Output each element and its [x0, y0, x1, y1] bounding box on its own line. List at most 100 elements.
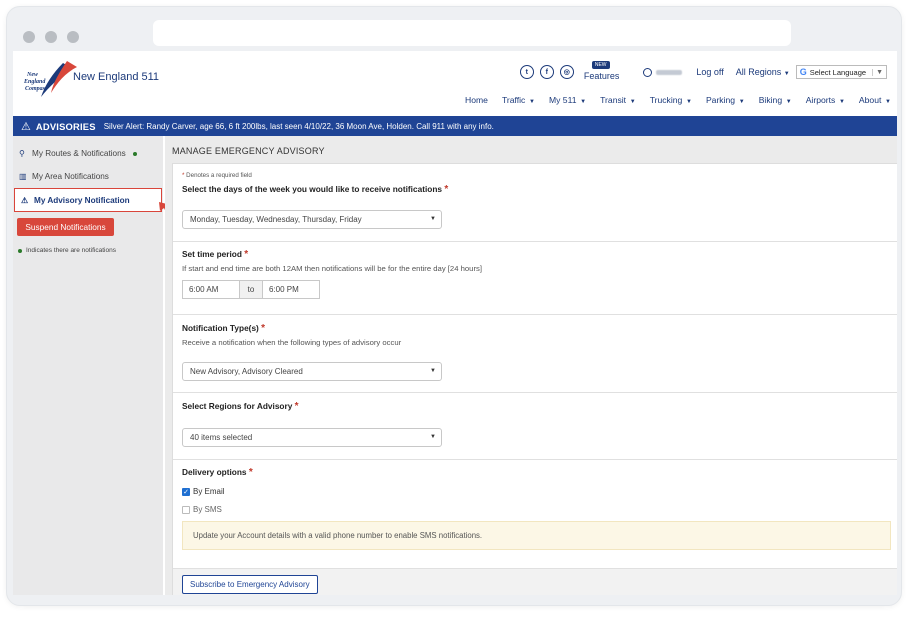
- types-label: Notification Type(s) *: [182, 323, 266, 334]
- features-label: Features: [583, 71, 620, 81]
- nav-item-label: Parking: [705, 95, 736, 105]
- page-title: MANAGE EMERGENCY ADVISORY: [172, 146, 325, 156]
- regions-dropdown[interactable]: All Regions ▼: [736, 67, 790, 77]
- sidebar-item-area[interactable]: ▥ My Area Notifications: [13, 165, 163, 188]
- main-content: MANAGE EMERGENCY ADVISORY * Denotes a re…: [165, 136, 897, 595]
- advisory-banner[interactable]: ⚠ ADVISORIES Silver Alert: Randy Carver,…: [13, 116, 897, 136]
- checkbox-checked-icon: ✓: [182, 487, 190, 496]
- chevron-down-icon: ▼: [628, 99, 636, 105]
- sidebar-item-label: My Advisory Notification: [34, 195, 130, 205]
- regions-value: 40 items selected: [190, 433, 253, 442]
- nav-item-traffic[interactable]: Traffic ▼: [502, 95, 535, 105]
- chevron-down-icon: ▼: [784, 99, 792, 105]
- advisory-label: ADVISORIES: [35, 120, 96, 132]
- browser-window: New England Compass New England 511 t f …: [6, 6, 902, 606]
- sidebar-item-label: My Routes & Notifications: [32, 149, 126, 158]
- site-title[interactable]: New England 511: [73, 71, 159, 83]
- sms-checkbox[interactable]: By SMS: [182, 505, 222, 514]
- email-checkbox[interactable]: ✓ By Email: [182, 487, 225, 496]
- time-to-label: to: [240, 280, 262, 299]
- maximize-dot-icon[interactable]: [67, 31, 79, 43]
- user-name-blurred: [656, 69, 683, 75]
- user-account-link[interactable]: [643, 67, 683, 77]
- end-time-input[interactable]: 6:00 PM: [262, 280, 320, 299]
- nav-item-my-511[interactable]: My 511 ▼: [549, 95, 586, 105]
- chevron-down-icon: ▼: [837, 99, 845, 105]
- features-link[interactable]: NEW Features: [583, 61, 620, 81]
- start-time-input[interactable]: 6:00 AM: [182, 280, 240, 299]
- nav-item-airports[interactable]: Airports ▼: [806, 95, 845, 105]
- instagram-icon[interactable]: ◎: [559, 65, 574, 79]
- chevron-down-icon: ▼: [684, 99, 692, 105]
- days-value: Monday, Tuesday, Wednesday, Thursday, Fr…: [190, 215, 362, 224]
- nav-item-label: About: [858, 95, 882, 105]
- chevron-down-icon: ▼: [430, 434, 436, 440]
- time-section: Set time period * If start and end time …: [173, 242, 897, 315]
- types-value: New Advisory, Advisory Cleared: [190, 367, 303, 376]
- nav-item-about[interactable]: About ▼: [859, 95, 891, 105]
- sms-label: By SMS: [193, 505, 222, 514]
- svg-text:Compass: Compass: [25, 86, 48, 92]
- google-icon: G: [799, 67, 807, 77]
- types-section: Notification Type(s) * Receive a notific…: [173, 315, 897, 393]
- utility-bar: t f ◎ NEW Features Log off All Regions ▼…: [519, 57, 887, 87]
- address-bar[interactable]: [153, 20, 791, 46]
- logoff-link[interactable]: Log off: [696, 67, 723, 77]
- compass-logo-icon: New England Compass: [23, 61, 77, 97]
- email-label: By Email: [193, 487, 225, 496]
- time-range: 6:00 AM to 6:00 PM: [182, 280, 320, 299]
- minimize-dot-icon[interactable]: [45, 31, 57, 43]
- time-help: If start and end time are both 12AM then…: [182, 264, 482, 273]
- notification-dot: [132, 151, 137, 156]
- nav-item-biking[interactable]: Biking ▼: [759, 95, 792, 105]
- subscribe-button[interactable]: Subscribe to Emergency Advisory: [182, 575, 318, 594]
- notification-dot: [18, 248, 22, 253]
- close-dot-icon[interactable]: [23, 31, 35, 43]
- new-badge: NEW: [591, 61, 610, 69]
- window-controls: [23, 31, 79, 43]
- language-label: Select Language: [809, 67, 867, 77]
- sms-notice: Update your Account details with a valid…: [182, 521, 891, 550]
- twitter-icon[interactable]: t: [519, 65, 534, 79]
- sidebar-item-routes[interactable]: ⚲ My Routes & Notifications: [13, 142, 163, 165]
- types-select[interactable]: New Advisory, Advisory Cleared ▼: [182, 362, 442, 381]
- nav-item-label: Transit: [600, 95, 627, 105]
- route-icon: ⚲: [19, 149, 25, 158]
- days-label: Select the days of the week you would li…: [182, 184, 449, 195]
- chevron-down-icon: ▼: [737, 99, 745, 105]
- regions-section: Select Regions for Advisory * 40 items s…: [173, 393, 897, 460]
- chevron-down-icon: ▼: [783, 71, 790, 77]
- notification-legend: Indicates there are notifications: [18, 247, 163, 254]
- web-page: New England Compass New England 511 t f …: [13, 51, 897, 595]
- language-select[interactable]: G Select Language ▼: [795, 65, 887, 79]
- svg-text:England: England: [23, 79, 46, 85]
- required-note: * Denotes a required field: [182, 172, 252, 179]
- sidebar: ⚲ My Routes & Notifications ▥ My Area No…: [13, 136, 163, 595]
- suspend-notifications-button[interactable]: Suspend Notifications: [17, 218, 114, 236]
- nav-item-parking[interactable]: Parking ▼: [706, 95, 745, 105]
- regions-label: Select Regions for Advisory *: [182, 401, 299, 412]
- delivery-section: Delivery options * ✓ By Email By SMS Upd…: [173, 460, 897, 568]
- nav-item-label: Traffic: [501, 95, 526, 105]
- days-select[interactable]: Monday, Tuesday, Wednesday, Thursday, Fr…: [182, 210, 442, 229]
- chevron-down-icon: ▼: [872, 68, 883, 76]
- time-label: Set time period *: [182, 249, 249, 260]
- chevron-down-icon: ▼: [883, 99, 891, 105]
- svg-text:New: New: [26, 72, 39, 78]
- delivery-label: Delivery options *: [182, 467, 253, 478]
- nav-item-trucking[interactable]: Trucking ▼: [650, 95, 692, 105]
- facebook-icon[interactable]: f: [539, 65, 554, 79]
- nav-item-home[interactable]: Home: [465, 95, 488, 105]
- nav-item-label: My 511: [548, 95, 577, 105]
- sidebar-item-advisory[interactable]: ⚠ My Advisory Notification: [14, 188, 162, 212]
- nav-item-label: Home: [465, 95, 488, 105]
- legend-text: Indicates there are notifications: [26, 247, 116, 254]
- chevron-down-icon: ▼: [578, 99, 587, 105]
- advisory-form: * Denotes a required field Select the da…: [172, 163, 897, 595]
- warning-icon: ⚠: [21, 195, 29, 205]
- nav-item-label: Trucking: [649, 95, 683, 105]
- regions-select[interactable]: 40 items selected ▼: [182, 428, 442, 447]
- nav-item-label: Biking: [758, 95, 783, 105]
- regions-label: All Regions: [735, 67, 782, 77]
- nav-item-transit[interactable]: Transit ▼: [600, 95, 636, 105]
